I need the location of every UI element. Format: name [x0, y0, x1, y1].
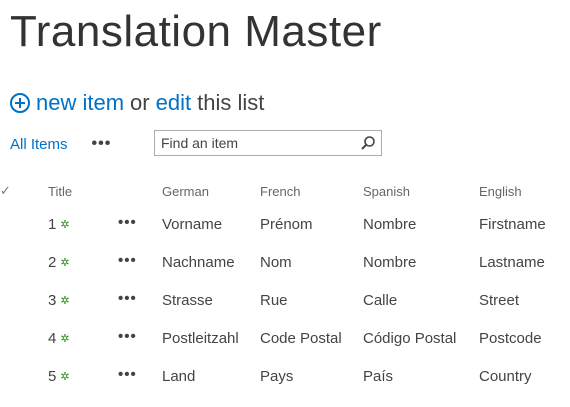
table-row[interactable]: 2 ✲ ••• Nachname Nom Nombre Lastname — [0, 244, 570, 282]
cell-german: Strasse — [162, 291, 213, 309]
cell-german: Land — [162, 367, 196, 385]
item-menu-ellipsis-icon[interactable]: ••• — [118, 366, 137, 383]
table-row[interactable]: 3 ✲ ••• Strasse Rue Calle Street — [0, 282, 570, 320]
item-menu-ellipsis-icon[interactable]: ••• — [118, 290, 137, 307]
new-item-icon: ✲ — [60, 370, 70, 383]
row-select[interactable] — [0, 244, 48, 282]
cell-spanish: País — [363, 367, 394, 385]
cell-french: Prénom — [260, 216, 313, 234]
cell-english: Street — [479, 291, 520, 309]
row-select[interactable] — [0, 357, 48, 395]
this-list-text: this list — [197, 90, 265, 115]
new-item-icon: ✲ — [60, 219, 70, 232]
cell-english: Lastname — [479, 254, 545, 272]
item-menu-ellipsis-icon[interactable]: ••• — [118, 328, 137, 345]
item-title-link[interactable]: 1 — [48, 216, 56, 233]
select-all-checkmark[interactable]: ✓ — [0, 176, 48, 206]
search-box — [154, 130, 382, 156]
cell-french: Pays — [260, 367, 294, 385]
item-title-link[interactable]: 2 — [48, 254, 56, 271]
edit-link[interactable]: edit — [156, 90, 191, 116]
row-select[interactable] — [0, 319, 48, 357]
search-input[interactable] — [155, 132, 355, 154]
column-header-spanish[interactable]: Spanish — [363, 176, 479, 206]
cell-german: Postleitzahl — [162, 329, 239, 347]
new-item-icon: ✲ — [60, 294, 70, 307]
cell-spanish: Calle — [363, 291, 398, 309]
column-header-french[interactable]: French — [260, 176, 363, 206]
column-header-menu — [118, 176, 162, 206]
new-item-link[interactable]: new item — [36, 90, 124, 116]
table-header-row: ✓ Title German French Spanish English — [0, 176, 570, 206]
table-row[interactable]: 4 ✲ ••• Postleitzahl Code Postal Código P… — [0, 319, 570, 357]
column-header-german[interactable]: German — [162, 176, 260, 206]
cell-english: Firstname — [479, 216, 546, 234]
cell-french: Nom — [260, 254, 292, 272]
cell-english: Country — [479, 367, 532, 385]
cell-french: Rue — [260, 291, 288, 309]
cell-german: Vorname — [162, 216, 223, 234]
checkmark-icon[interactable]: ✓ — [0, 183, 11, 198]
cell-french: Code Postal — [260, 329, 342, 347]
new-item-bar: new item or edit this list — [10, 90, 270, 116]
row-select[interactable] — [0, 206, 48, 244]
row-select[interactable] — [0, 282, 48, 320]
add-circle-icon[interactable] — [10, 93, 30, 113]
item-title-link[interactable]: 5 — [48, 368, 56, 385]
cell-spanish: Código Postal — [363, 329, 457, 347]
new-item-icon: ✲ — [60, 332, 70, 345]
more-views-ellipsis-icon[interactable]: ••• — [92, 136, 112, 152]
item-title-link[interactable]: 3 — [48, 292, 56, 309]
cell-german: Nachname — [162, 254, 235, 272]
item-menu-ellipsis-icon[interactable]: ••• — [118, 214, 137, 231]
view-selector: All Items ••• — [10, 133, 111, 155]
cell-spanish: Nombre — [363, 254, 417, 272]
all-items-view[interactable]: All Items — [10, 136, 68, 153]
item-title-link[interactable]: 4 — [48, 330, 56, 347]
items-table: ✓ Title German French Spanish English 1 ✲… — [0, 176, 570, 395]
cell-english: Postcode — [479, 329, 542, 347]
table-row[interactable]: 1 ✲ ••• Vorname Prénom Nombre Firstname — [0, 206, 570, 244]
column-header-title[interactable]: Title — [48, 176, 118, 206]
item-menu-ellipsis-icon[interactable]: ••• — [118, 252, 137, 269]
column-header-english[interactable]: English — [479, 176, 570, 206]
search-icon[interactable] — [355, 131, 381, 155]
cell-spanish: Nombre — [363, 216, 417, 234]
or-text: or — [130, 90, 150, 115]
new-item-icon: ✲ — [60, 257, 70, 270]
table-row[interactable]: 5 ✲ ••• Land Pays País Country — [0, 357, 570, 395]
page-title: Translation Master — [10, 7, 382, 56]
